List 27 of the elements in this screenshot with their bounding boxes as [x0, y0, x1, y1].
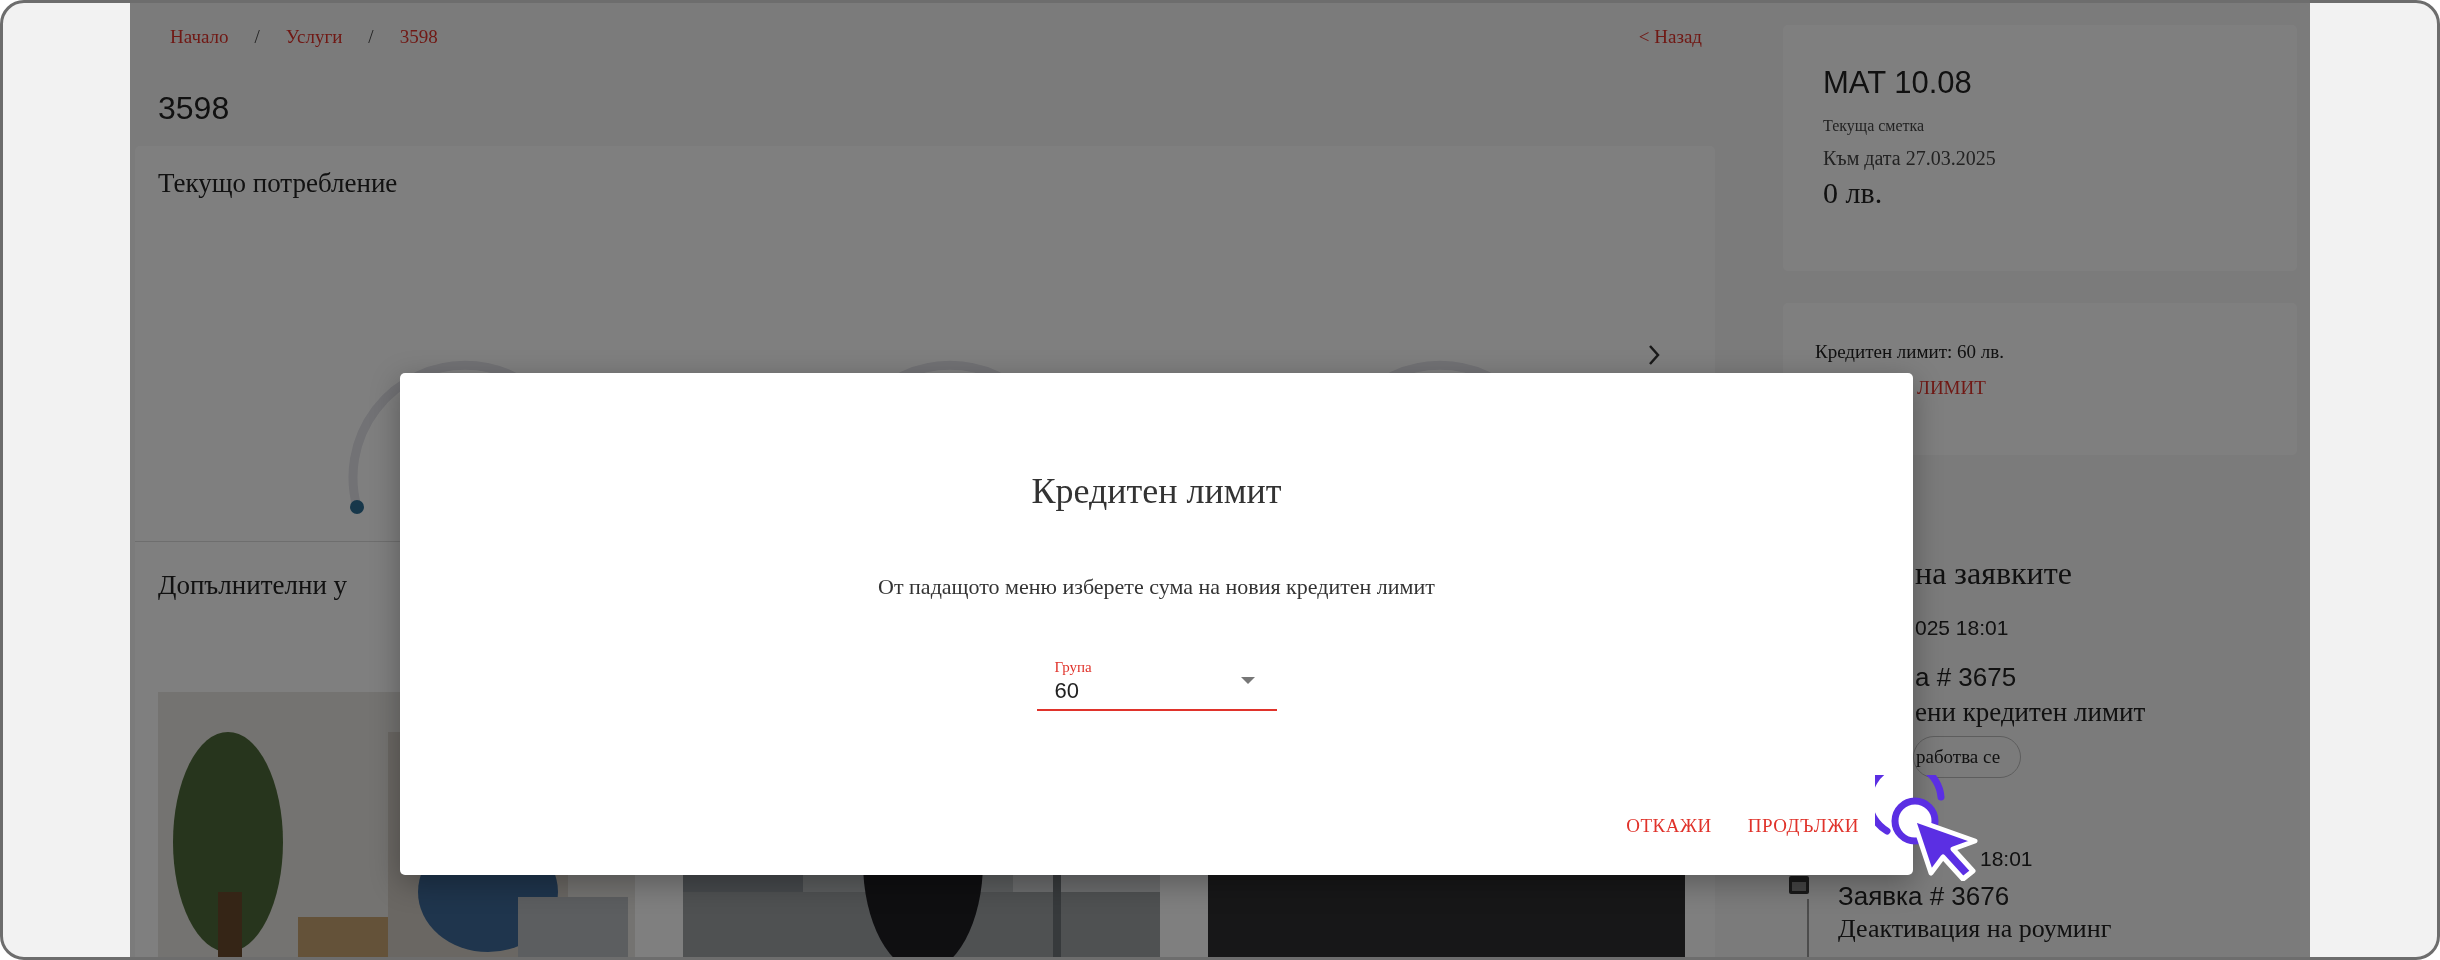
- request-date: 025 18:01: [1915, 616, 2009, 640]
- breadcrumb-separator: /: [368, 26, 374, 48]
- dialog-title: Кредитен лимит: [1031, 470, 1282, 512]
- balance-amount: 0 лв.: [1823, 176, 1884, 210]
- page-title: 3598: [158, 90, 230, 126]
- credit-limit-text: Кредитен лимит: 60 лв.: [1815, 341, 2004, 363]
- history-title: на заявките: [1915, 555, 2072, 592]
- dialog-message: От падащото меню изберете сума на новия кредитен лимит: [878, 574, 1435, 600]
- cancel-button[interactable]: ОТКАЖИ: [1616, 807, 1722, 845]
- change-limit-link[interactable]: ЛИМИТ: [1917, 377, 1986, 399]
- request-date: 18:01: [1980, 847, 2033, 871]
- card-title: Текущо потребление: [157, 167, 399, 200]
- request-number: Заявка # 3676: [1838, 881, 2010, 912]
- back-link[interactable]: < Назад: [1638, 26, 1702, 48]
- request-description: ени кредитен лимит: [1915, 697, 2146, 728]
- plan-name: MAT 10.08: [1823, 65, 1973, 101]
- request-number: а # 3675: [1915, 662, 2017, 693]
- breadcrumb-link[interactable]: 3598: [399, 26, 438, 48]
- section-title: Допълнителни у: [158, 570, 348, 600]
- breadcrumb-separator: /: [254, 26, 260, 48]
- request-description: Деактивация на роуминг: [1838, 914, 2112, 944]
- continue-button[interactable]: ПРОДЪЛЖИ: [1737, 807, 1869, 845]
- breadcrumb-link[interactable]: Начало: [170, 26, 229, 48]
- balance-date: Към дата 27.03.2025: [1823, 147, 1997, 170]
- account-label: Текуща сметка: [1823, 117, 1926, 135]
- amount-select[interactable]: Група 60: [1036, 655, 1277, 711]
- breadcrumb-link[interactable]: Услуги: [285, 26, 343, 48]
